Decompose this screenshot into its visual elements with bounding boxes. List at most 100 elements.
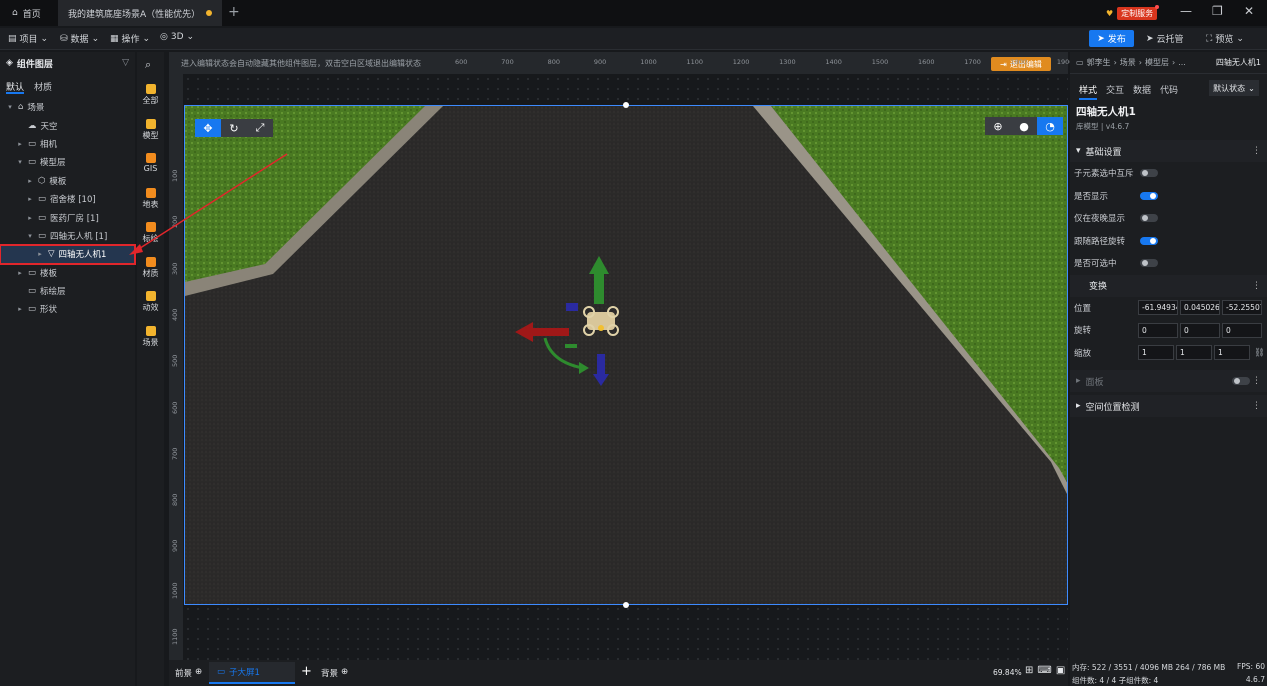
- panel-toggle[interactable]: [1232, 377, 1250, 385]
- menu-data[interactable]: ⛁ 数据 ⌄: [60, 32, 99, 46]
- tree-caret-icon[interactable]: ▸: [16, 269, 24, 277]
- menu-ops[interactable]: ▦ 操作 ⌄: [110, 32, 150, 46]
- gizmo-z-arrow[interactable]: [597, 354, 605, 376]
- tree-caret-icon[interactable]: ▾: [26, 232, 34, 240]
- toggle-switch[interactable]: [1140, 236, 1158, 245]
- background-layer[interactable]: 背景 ⊕: [321, 667, 348, 679]
- position-y-input[interactable]: 0.0450263: [1180, 300, 1220, 316]
- publish-button[interactable]: ➤ 发布: [1089, 30, 1134, 47]
- minimize-icon[interactable]: —: [1180, 4, 1192, 18]
- resize-handle-bottom[interactable]: [623, 602, 629, 608]
- menu-3d[interactable]: ◎ 3D ⌄: [160, 32, 194, 42]
- position-z-input[interactable]: -52.25507: [1222, 300, 1262, 316]
- section-panel[interactable]: ▸ 面板 ⋮: [1070, 370, 1267, 392]
- rail-item[interactable]: GIS: [137, 153, 164, 173]
- property-tab[interactable]: 样式: [1079, 83, 1098, 100]
- tree-caret-icon[interactable]: ▸: [26, 214, 34, 222]
- tree-caret-icon[interactable]: ▸: [36, 250, 44, 258]
- scale-z-input[interactable]: 1: [1214, 345, 1250, 361]
- tab-project[interactable]: 我的建筑底座场景A（性能优先）: [58, 0, 222, 26]
- rotation-y-input[interactable]: 0: [1180, 322, 1220, 338]
- tab-home[interactable]: ⌂ 首页: [2, 0, 58, 26]
- fit-icon[interactable]: ⊞: [1025, 665, 1033, 676]
- tree-item[interactable]: ▸ ▭ 相机: [0, 135, 135, 153]
- tab-subscreen[interactable]: ▭ 子大屏1: [209, 662, 295, 684]
- search-icon[interactable]: ⌕: [145, 58, 151, 72]
- resize-handle-top[interactable]: [623, 102, 629, 108]
- tree-item[interactable]: ▾ ▭ 模型层: [0, 153, 135, 171]
- restore-icon[interactable]: ❐: [1212, 4, 1223, 18]
- tree-caret-icon[interactable]: ▾: [16, 158, 24, 166]
- scale-x-input[interactable]: 1: [1138, 345, 1174, 361]
- rail-item[interactable]: 场景: [137, 325, 164, 348]
- toggle-switch[interactable]: [1140, 191, 1158, 200]
- more-icon[interactable]: ⋮: [1252, 281, 1261, 291]
- tree-caret-icon[interactable]: ▸: [16, 140, 24, 148]
- move-tool-icon[interactable]: ✥: [195, 119, 221, 137]
- rail-item[interactable]: 材质: [137, 256, 164, 279]
- more-icon[interactable]: ⋮: [1252, 146, 1261, 156]
- property-tab[interactable]: 数据: [1133, 83, 1151, 100]
- tree-caret-icon[interactable]: ▾: [6, 103, 14, 111]
- close-icon[interactable]: ✕: [1244, 4, 1254, 18]
- tab-material[interactable]: 材质: [34, 80, 52, 94]
- tab-default[interactable]: 默认: [6, 80, 25, 94]
- rail-item[interactable]: 标绘: [137, 222, 164, 244]
- tree-item[interactable]: ▸ ▭ 楼板: [0, 264, 135, 282]
- scene-viewport[interactable]: ✥ ↻ ⤢ ⊕ ● ◔: [184, 105, 1068, 605]
- breadcrumb-item[interactable]: 郭李生: [1087, 57, 1111, 68]
- breadcrumb-item[interactable]: 模型层: [1145, 57, 1169, 68]
- rail-item[interactable]: 模型: [137, 118, 164, 141]
- rail-item[interactable]: 全部: [137, 84, 164, 106]
- rotation-x-input[interactable]: 0: [1138, 322, 1178, 338]
- keyboard-icon[interactable]: ⌨: [1037, 665, 1051, 676]
- cloud-button[interactable]: ➤ 云托管: [1146, 32, 1184, 46]
- tree-caret-icon[interactable]: ▸: [26, 177, 34, 185]
- section-transform[interactable]: 变换 ⋮: [1070, 274, 1267, 297]
- toggle-switch[interactable]: [1140, 214, 1158, 223]
- section-space-detect[interactable]: ▸ 空间位置检测 ⋮: [1070, 395, 1267, 417]
- toggle-switch[interactable]: [1140, 259, 1158, 268]
- breadcrumb-item[interactable]: 场景: [1120, 57, 1136, 68]
- link-icon[interactable]: ⛓: [1254, 348, 1265, 358]
- rail-item[interactable]: 动效: [137, 291, 164, 313]
- tree-item[interactable]: ▸ ▭ 形状: [0, 300, 135, 318]
- image-icon[interactable]: ▣: [1056, 665, 1065, 676]
- state-select[interactable]: 默认状态 ⌄: [1209, 80, 1259, 96]
- tree-item[interactable]: ▭ 标绘层: [0, 282, 135, 300]
- tree-caret-icon[interactable]: ▸: [26, 195, 34, 203]
- add-screen-button[interactable]: +: [301, 664, 312, 679]
- sphere-icon[interactable]: ●: [1011, 117, 1037, 135]
- tree-caret-icon[interactable]: ▸: [16, 305, 24, 313]
- position-x-input[interactable]: -61.94934: [1138, 300, 1178, 316]
- orbit-icon[interactable]: ◔: [1037, 117, 1063, 135]
- more-icon[interactable]: ⋮: [1252, 376, 1261, 386]
- rotate-tool-icon[interactable]: ↻: [221, 119, 247, 137]
- more-icon[interactable]: ⋮: [1252, 401, 1261, 411]
- tree-item-selected[interactable]: ▸ ▽ 四轴无人机1: [0, 244, 136, 265]
- section-basic[interactable]: ▾ 基础设置 ⋮: [1070, 140, 1267, 162]
- scale-tool-icon[interactable]: ⤢: [247, 119, 273, 137]
- filter-icon[interactable]: ▽: [122, 58, 129, 68]
- custom-service-button[interactable]: ♥ 定制服务: [1106, 5, 1160, 21]
- tree-item[interactable]: ▸ ▭ 医药厂房 [1]: [0, 208, 135, 226]
- tree-item[interactable]: ▾ ⌂ 场景: [0, 98, 135, 116]
- gizmo-plane-handle[interactable]: [566, 303, 578, 311]
- property-tab[interactable]: 代码: [1160, 83, 1178, 100]
- property-tab[interactable]: 交互: [1106, 83, 1124, 100]
- tree-item[interactable]: ☁ 天空: [0, 116, 135, 134]
- foreground-layer[interactable]: 前景 ⊕: [175, 667, 202, 679]
- menu-project[interactable]: ▤ 项目 ⌄: [8, 32, 48, 46]
- add-tab-button[interactable]: +: [228, 4, 240, 20]
- rail-item[interactable]: 地表: [137, 187, 164, 210]
- rotation-z-input[interactable]: 0: [1222, 322, 1262, 338]
- crosshair-icon[interactable]: ⊕: [985, 117, 1011, 135]
- tree-item[interactable]: ▾ ▭ 四轴无人机 [1]: [0, 227, 135, 245]
- breadcrumb-item[interactable]: ...: [1178, 58, 1186, 67]
- scale-y-input[interactable]: 1: [1176, 345, 1212, 361]
- preview-button[interactable]: ⛶ 预览 ⌄: [1206, 32, 1244, 46]
- toggle-switch[interactable]: [1140, 169, 1158, 178]
- gizmo-plane-handle-2[interactable]: [565, 344, 577, 348]
- tree-item[interactable]: ▸ ▭ 宿舍楼 [10]: [0, 190, 135, 208]
- zoom-level[interactable]: 69.84%: [993, 668, 1022, 677]
